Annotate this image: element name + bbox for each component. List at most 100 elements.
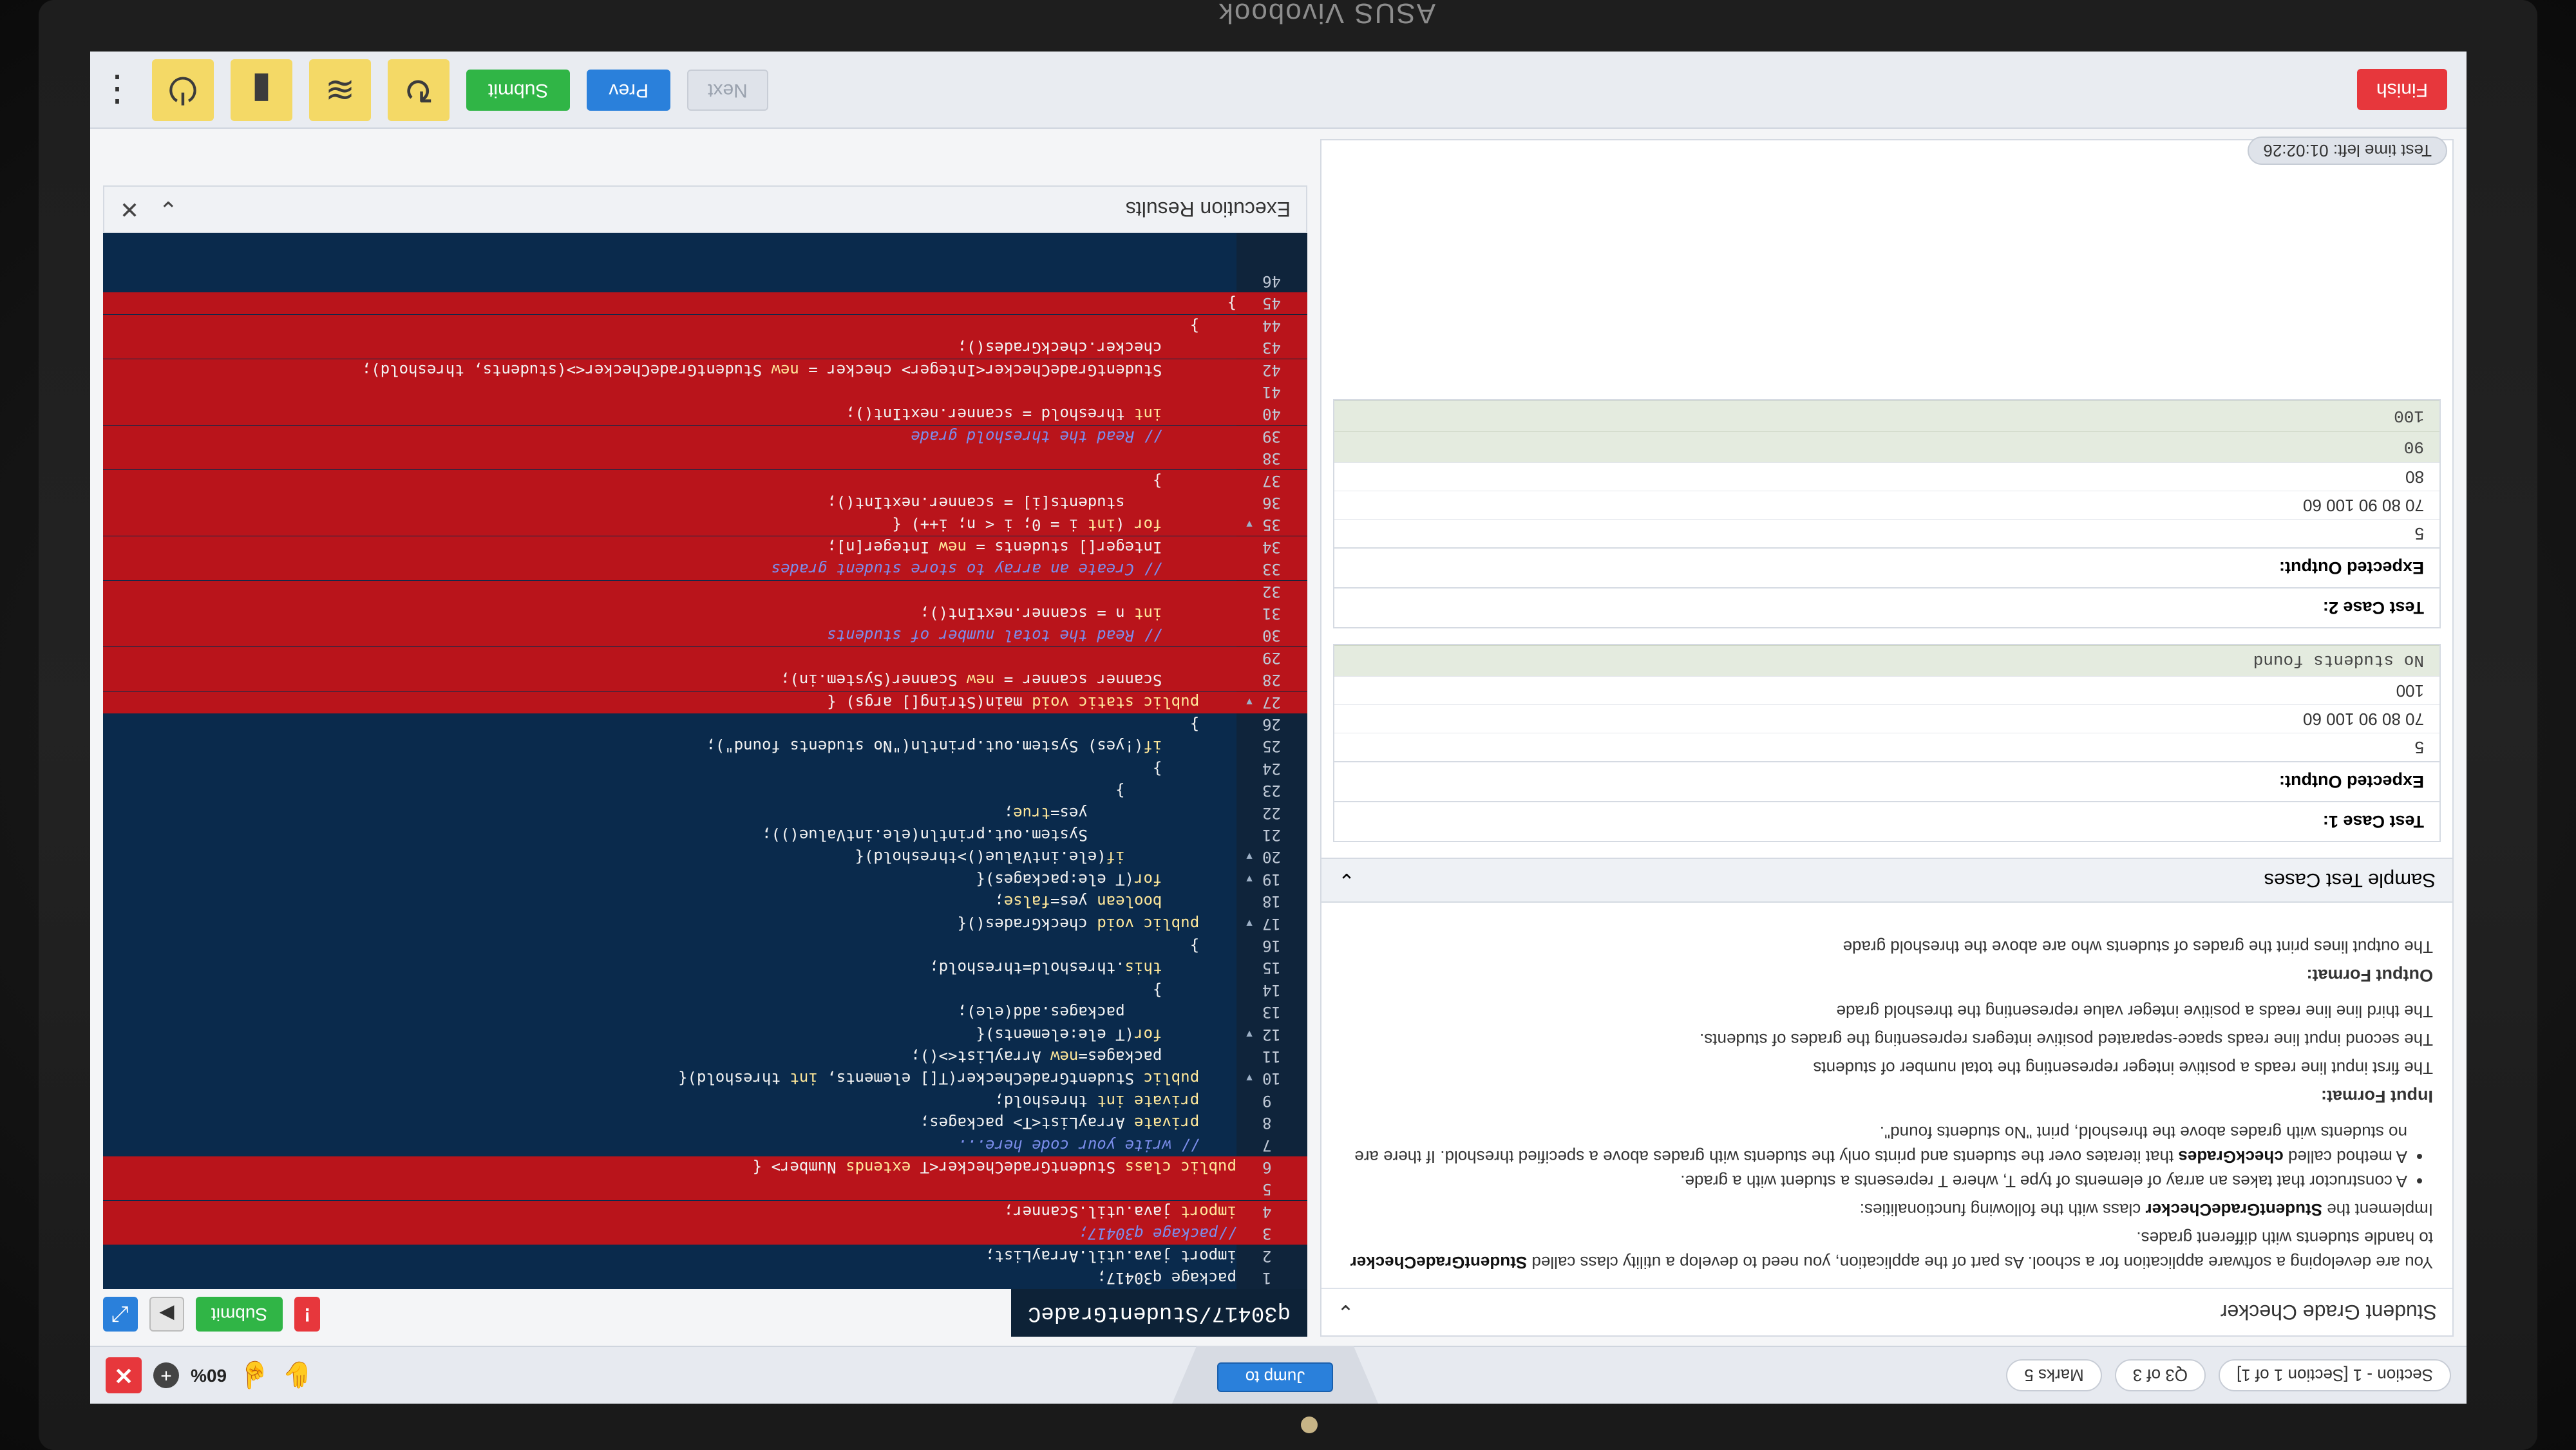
test-case-2: Test Case 2: Expected Output: 5 70 80 90… <box>1333 399 2441 628</box>
test-case-1: Test Case 1: Expected Output: 5 70 80 90… <box>1333 644 2441 842</box>
test-case-title: Test Case 1: <box>1334 801 2439 841</box>
code-line: 20▾ if(ele.intValue()>threshold){ <box>855 848 1281 866</box>
submit-button[interactable]: Submit <box>466 70 571 111</box>
finish-button[interactable]: Finish <box>2356 69 2447 110</box>
test-input-line: 70 80 90 100 60 <box>1334 491 2439 519</box>
code-line: 21 System.out.println(ele.intValue()); <box>762 826 1281 844</box>
code-line: 24 } <box>1152 760 1281 778</box>
close-button[interactable]: ✕ <box>106 1357 142 1393</box>
intro-text: You are developing a software applicatio… <box>1341 1226 2433 1275</box>
code-line: 39 // Read the threshold grade <box>103 425 1307 447</box>
code-line: 31 int n = scanner.nextInt(); <box>103 602 1307 625</box>
screen: Section - 1 [Section 1 of 1] Q3 of 3 Mar… <box>90 52 2467 1404</box>
code-line: 12▾ for(T ele:elements){ <box>976 1026 1281 1044</box>
code-line: 3 //package q30417; <box>103 1222 1307 1245</box>
zoom-level: 60% <box>191 1366 227 1386</box>
code-line: 44 } <box>103 314 1307 337</box>
close-icon[interactable]: ✕ <box>120 196 139 223</box>
more-options-icon[interactable]: ⋮ <box>99 69 135 111</box>
method-pre: A method called <box>2287 1147 2407 1167</box>
sample-test-cases-header[interactable]: Sample Test Cases ⌄ <box>1321 858 2452 903</box>
input-line-2: The second input line reads space-separa… <box>1700 1030 2433 1050</box>
expected-output-label: Expected Output: <box>1334 761 2439 801</box>
marks-badge: Marks 5 <box>2006 1359 2102 1391</box>
question-counter: Q3 of 3 <box>2114 1359 2206 1391</box>
execution-results-bar[interactable]: Execution Results ⌄ ✕ <box>103 185 1307 233</box>
code-line: 16 } <box>1189 937 1281 955</box>
test-input-line: 100 <box>1334 676 2439 704</box>
code-editor[interactable]: 1 package q30417; 2 import java.util.Arr… <box>103 233 1307 1289</box>
code-line: 30 // Read the total number of students <box>103 624 1307 646</box>
code-line: 9 private int threshold; <box>994 1092 1272 1110</box>
code-line: 5 <box>103 1178 1307 1200</box>
test-input-line: 5 <box>1334 519 2439 547</box>
execution-results-title: Execution Results <box>1125 198 1291 221</box>
run-icon[interactable]: ▶ <box>149 1297 184 1332</box>
code-line: 23 } <box>1115 782 1281 800</box>
power-icon[interactable]: ⏻ <box>152 59 214 121</box>
code-line: 22 yes=true; <box>1003 804 1281 822</box>
input-format-heading: Input Format: <box>2321 1087 2433 1106</box>
requirement-constructor: A constructor that takes an array of ele… <box>1341 1169 2407 1194</box>
test-output-line: 90 <box>1334 431 2439 462</box>
time-left: Test time left: 01:02:26 <box>2248 137 2447 165</box>
question-panel: Student Grade Checker ⌄ You are developi… <box>1320 139 2454 1337</box>
code-line: 8 private ArrayList<T> packages; <box>920 1114 1272 1132</box>
code-line: 38 <box>103 447 1307 469</box>
code-line: 10▾ public StudentGradeChecker(T[] eleme… <box>678 1069 1281 1088</box>
camera-dot <box>1301 1417 1318 1433</box>
code-line: 25 if(!yes) System.out.println("No stude… <box>706 737 1281 755</box>
code-line: 36 students[i] = scanner.nextInt(); <box>103 491 1307 514</box>
input-line-1: The first input line reads a positive in… <box>1813 1059 2433 1078</box>
intro-class-name: StudentGradeChecker <box>1350 1253 1528 1272</box>
chevron-down-icon[interactable]: ⌄ <box>158 196 178 223</box>
code-line: 4 import java.util.Scanner; <box>103 1200 1307 1223</box>
code-line: 7 // write your code here... <box>957 1136 1272 1154</box>
battery-icon[interactable]: ▮ <box>231 59 292 121</box>
editor-toolbar: ! Submit ▶ ⤢ <box>103 1289 321 1332</box>
code-line: 28 Scanner scanner = new Scanner(System.… <box>103 668 1307 691</box>
code-line: 42 StudentGradeChecker<Integer> checker … <box>103 359 1307 381</box>
code-line: 11 packages=new ArrayList<>(); <box>911 1048 1281 1066</box>
question-title: Student Grade Checker <box>2220 1301 2437 1324</box>
test-input-line: 70 80 90 100 60 <box>1334 704 2439 733</box>
editor-tabs: q30417/StudentGradeC ! Submit ▶ ⤢ <box>103 1289 1307 1337</box>
laptop-brand: ASUS Vivobook <box>1217 0 1436 29</box>
test-case-title: Test Case 2: <box>1334 587 2439 627</box>
next-button[interactable]: Next <box>687 70 768 111</box>
refresh-icon[interactable]: ↻ <box>388 59 450 121</box>
question-header: Student Grade Checker ⌄ <box>1321 1288 2452 1335</box>
requirements-list: A constructor that takes an array of ele… <box>1341 1120 2407 1194</box>
code-line: 37 } <box>103 469 1307 492</box>
prev-button[interactable]: Prev <box>587 70 671 111</box>
expand-icon[interactable]: ⤢ <box>103 1297 138 1332</box>
jump-to-button[interactable]: Jump to <box>1217 1362 1333 1392</box>
editor-submit-button[interactable]: Submit <box>196 1297 283 1332</box>
warning-button[interactable]: ! <box>294 1297 321 1332</box>
implement-class-name: StudentGradeChecker <box>2145 1200 2323 1219</box>
code-line: 1 package q30417; <box>1097 1269 1272 1287</box>
code-line: 26 } <box>1189 715 1281 733</box>
implement-post: class with the following functionalities… <box>1859 1200 2141 1219</box>
code-line: 40 int threshold = scanner.nextInt(); <box>103 402 1307 425</box>
code-line: 15 this.threshold=threshold; <box>929 959 1281 977</box>
signal-icon[interactable]: ≋ <box>309 59 371 121</box>
intro-sentence: You are developing a software applicatio… <box>1531 1253 2433 1272</box>
execution-controls: ⌄ ✕ <box>120 196 178 223</box>
code-line: 32 <box>103 580 1307 603</box>
code-line: 46 <box>1262 272 1281 290</box>
code-line: 41 <box>103 381 1307 403</box>
pointer-icon[interactable]: ☝ <box>238 1361 270 1391</box>
code-line: 33 // Create an array to store student g… <box>103 558 1307 580</box>
section-pill[interactable]: Section - 1 [Section 1 of 1] <box>2219 1359 2451 1391</box>
chevron-down-icon[interactable]: ⌄ <box>1338 869 1355 892</box>
sample-test-cases-title: Sample Test Cases <box>2264 869 2436 892</box>
file-tab[interactable]: q30417/StudentGradeC <box>1010 1289 1307 1337</box>
code-line: 2 import java.util.ArrayList; <box>985 1247 1272 1265</box>
hand-icon[interactable]: ✋ <box>282 1361 314 1391</box>
implement-text: Implement the StudentGradeChecker class … <box>1341 1198 2433 1222</box>
chevron-down-icon[interactable]: ⌄ <box>1337 1300 1354 1324</box>
output-format-heading: Output Format: <box>2306 966 2433 985</box>
zoom-in-button[interactable]: + <box>153 1362 179 1388</box>
code-line: 18 boolean yes=false; <box>994 892 1281 910</box>
